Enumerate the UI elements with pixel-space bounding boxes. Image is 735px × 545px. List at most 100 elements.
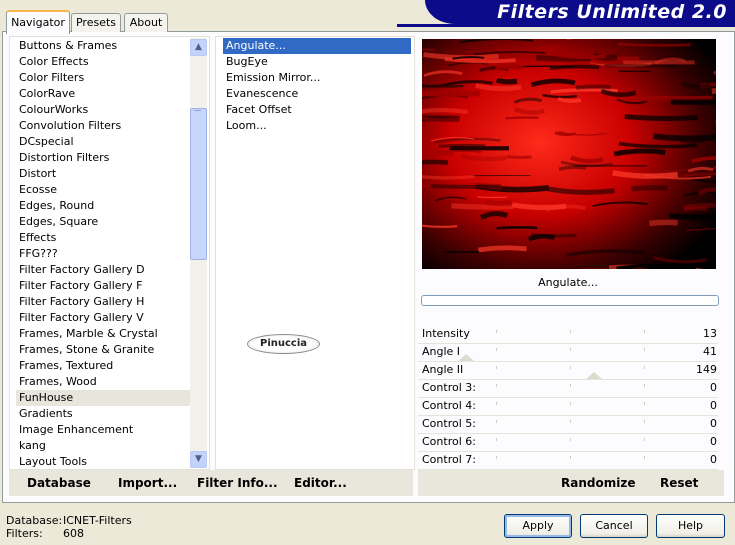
category-list[interactable]: Buttons & Frames Color Effects Color Filte… <box>9 36 210 470</box>
category-item[interactable]: Buttons & Frames <box>16 38 194 54</box>
preview-caption: Angulate... <box>538 276 598 289</box>
category-item[interactable]: FunHouse <box>16 390 194 406</box>
control-slider[interactable]: Control 3: 0 <box>418 380 718 398</box>
scroll-down-button[interactable]: ▼ <box>190 451 207 468</box>
control-label: Control 7: <box>422 453 476 466</box>
slider-knob[interactable] <box>458 354 474 361</box>
slider-tick <box>496 402 497 405</box>
slider-tick <box>570 384 571 387</box>
preview-streak <box>649 219 678 227</box>
database-label: Database: <box>6 514 63 527</box>
category-item[interactable]: FFG??? <box>16 246 194 262</box>
preview-streak <box>549 64 600 70</box>
preview-streak <box>711 87 716 95</box>
watermark-logo: Pinuccia <box>247 334 320 354</box>
slider-tick <box>570 402 571 405</box>
category-item[interactable]: Filter Factory Gallery H <box>16 294 194 310</box>
control-value: 0 <box>710 399 717 412</box>
randomize-button[interactable]: Randomize <box>561 476 635 490</box>
control-label: Intensity <box>422 327 470 340</box>
preview-streak <box>653 133 716 142</box>
filter-info-button[interactable]: Filter Info... <box>197 476 278 490</box>
filter-item[interactable]: Loom... <box>223 118 411 134</box>
tab-navigator[interactable]: Navigator <box>6 10 70 34</box>
category-item[interactable]: Edges, Square <box>16 214 194 230</box>
category-item[interactable]: Color Effects <box>16 54 194 70</box>
category-item[interactable]: Distort <box>16 166 194 182</box>
preview-streak <box>557 97 582 103</box>
preview-streak <box>524 46 554 54</box>
category-item[interactable]: Effects <box>16 230 194 246</box>
reset-button[interactable]: Reset <box>660 476 698 490</box>
preview-streak <box>575 84 611 90</box>
slider-tick <box>644 402 645 405</box>
control-slider[interactable]: Control 4: 0 <box>418 398 718 416</box>
category-scrollbar[interactable]: ▲ ▼ <box>190 38 207 468</box>
help-button[interactable]: Help <box>656 514 725 538</box>
tab-about[interactable]: About <box>124 13 168 32</box>
slider-tick <box>570 330 571 333</box>
scroll-thumb[interactable] <box>190 108 207 260</box>
control-label: Control 6: <box>422 435 476 448</box>
control-label: Angle I <box>422 345 461 358</box>
control-slider[interactable]: Control 6: 0 <box>418 434 718 452</box>
category-item[interactable]: DCspecial <box>16 134 194 150</box>
slider-tick <box>644 330 645 333</box>
apply-button[interactable]: Apply <box>504 514 572 538</box>
editor-button[interactable]: Editor... <box>294 476 347 490</box>
preview-streak <box>616 263 690 269</box>
filter-list[interactable]: Angulate... BugEye Emission Mirror... Evane… <box>215 36 415 470</box>
slider-tick <box>570 366 571 369</box>
preview-streak <box>558 165 587 171</box>
category-item[interactable]: Filter Factory Gallery D <box>16 262 194 278</box>
category-item[interactable]: Frames, Stone & Granite <box>16 342 194 358</box>
category-item[interactable]: Distortion Filters <box>16 150 194 166</box>
slider-tick <box>496 384 497 387</box>
tab-presets[interactable]: Presets <box>71 13 121 32</box>
preview-streak <box>617 42 691 47</box>
cancel-button[interactable]: Cancel <box>580 514 648 538</box>
preview-streak <box>631 184 668 192</box>
category-item[interactable]: Edges, Round <box>16 198 194 214</box>
control-slider[interactable]: Angle II 149 <box>418 362 718 380</box>
import-button[interactable]: Import... <box>118 476 177 490</box>
category-item[interactable]: ColourWorks <box>16 102 194 118</box>
category-item[interactable]: Convolution Filters <box>16 118 194 134</box>
control-slider[interactable]: Control 7: 0 <box>418 452 718 470</box>
filter-item[interactable]: BugEye <box>223 54 411 70</box>
chevron-down-icon: ▼ <box>195 454 202 464</box>
control-slider[interactable]: Control 5: 0 <box>418 416 718 434</box>
control-value: 0 <box>710 417 717 430</box>
category-item[interactable]: Filter Factory Gallery F <box>16 278 194 294</box>
control-label: Control 3: <box>422 381 476 394</box>
category-item[interactable]: Color Filters <box>16 70 194 86</box>
control-slider[interactable]: Angle I 41 <box>418 344 718 362</box>
control-value: 13 <box>703 327 717 340</box>
category-item[interactable]: Ecosse <box>16 182 194 198</box>
chevron-up-icon: ▲ <box>195 42 202 52</box>
category-item[interactable]: Frames, Textured <box>16 358 194 374</box>
scroll-up-button[interactable]: ▲ <box>190 39 207 56</box>
filter-item[interactable]: Emission Mirror... <box>223 70 411 86</box>
filter-item[interactable]: Evanescence <box>223 86 411 102</box>
category-item[interactable]: Layout Tools <box>16 454 194 469</box>
slider-knob[interactable] <box>586 372 602 379</box>
preview-streak <box>495 77 518 85</box>
category-item[interactable]: kang <box>16 438 194 454</box>
control-value: 0 <box>710 381 717 394</box>
control-slider[interactable]: Intensity 13 <box>418 326 718 344</box>
database-button[interactable]: Database <box>27 476 91 490</box>
category-item[interactable]: Frames, Wood <box>16 374 194 390</box>
category-item[interactable]: Frames, Marble & Crystal <box>16 326 194 342</box>
filter-item[interactable]: Facet Offset <box>223 102 411 118</box>
slider-tick <box>644 438 645 441</box>
preview-streak <box>484 199 513 207</box>
filters-count: 608 <box>63 527 84 540</box>
filter-item[interactable]: Angulate... <box>223 38 411 54</box>
preview-streak <box>496 226 538 230</box>
category-item[interactable]: Gradients <box>16 406 194 422</box>
control-value: 0 <box>710 453 717 466</box>
category-item[interactable]: Image Enhancement <box>16 422 194 438</box>
category-item[interactable]: ColorRave <box>16 86 194 102</box>
category-item[interactable]: Filter Factory Gallery V <box>16 310 194 326</box>
